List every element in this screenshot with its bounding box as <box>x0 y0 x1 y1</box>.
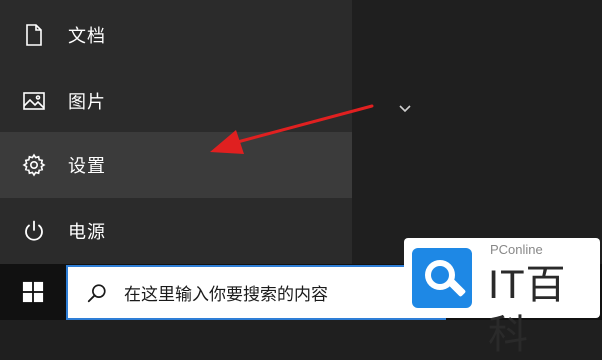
menu-item-label: 电源 <box>68 222 106 243</box>
chevron-down-icon[interactable] <box>398 104 412 114</box>
menu-item-label: 文档 <box>68 26 106 47</box>
watermark-brand: IT百科 <box>488 263 567 357</box>
pconline-logo-icon <box>412 248 472 308</box>
search-input[interactable]: 在这里输入你要搜索的内容 <box>66 265 446 320</box>
tiles-pane <box>352 0 602 264</box>
gear-icon <box>22 153 46 177</box>
watermark: PConline IT百科 <box>404 238 600 357</box>
windows-logo-icon <box>22 281 44 303</box>
search-icon <box>87 283 106 302</box>
pictures-icon <box>22 89 46 113</box>
document-icon <box>22 23 46 47</box>
watermark-subtitle: PConline <box>490 242 543 257</box>
menu-item-label: 图片 <box>68 92 106 113</box>
annotation-arrow <box>210 104 374 154</box>
screen: 文档 图片 设置 电源 在这里输入你要搜索的内容 PConline IT百科 <box>0 0 602 357</box>
menu-item-power[interactable]: 电源 <box>0 198 352 264</box>
power-icon <box>22 219 46 243</box>
menu-item-documents[interactable]: 文档 <box>0 2 352 68</box>
search-placeholder: 在这里输入你要搜索的内容 <box>124 285 328 305</box>
menu-item-label: 设置 <box>68 156 106 177</box>
windows-start-button[interactable] <box>0 264 66 320</box>
